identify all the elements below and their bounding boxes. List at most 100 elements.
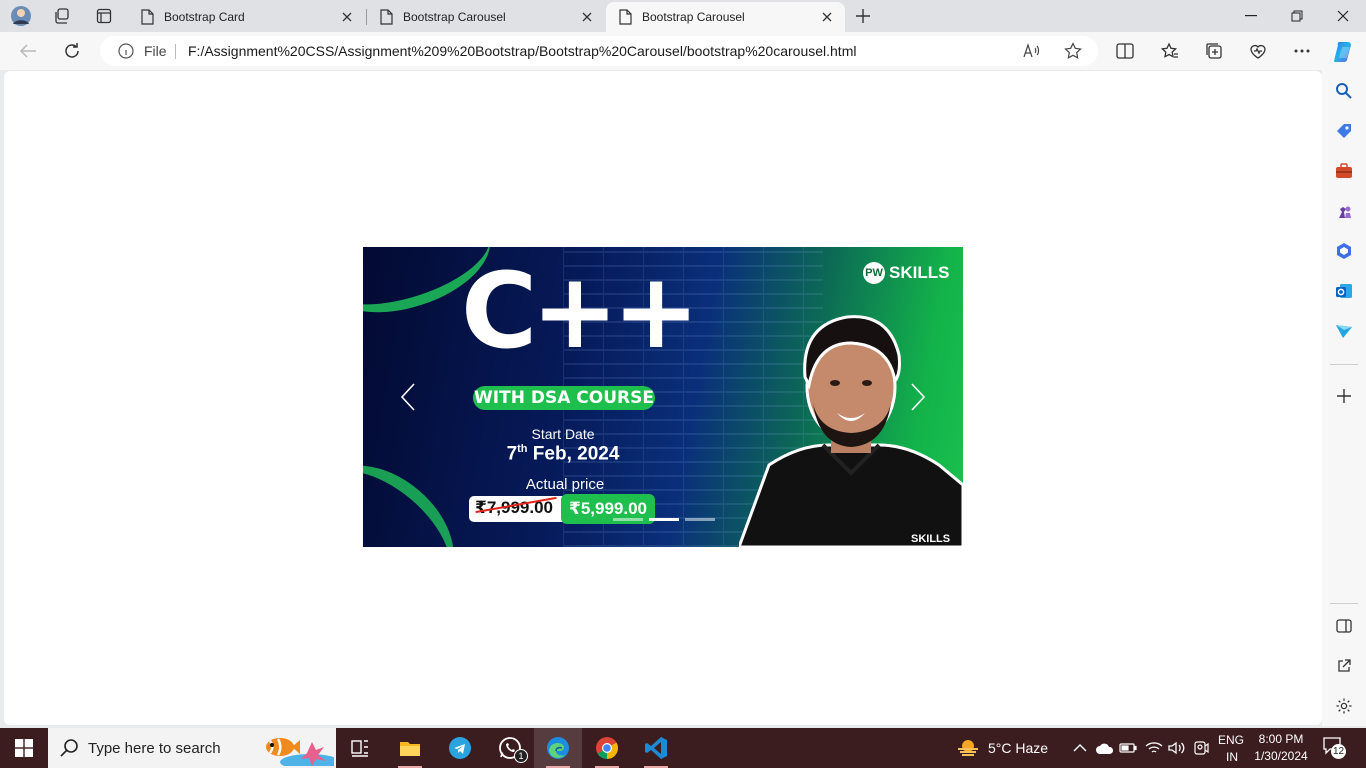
search-highlight-art-icon	[266, 738, 334, 766]
workspaces-icon[interactable]	[49, 4, 75, 28]
notifications-button[interactable]: 12	[1322, 736, 1348, 760]
tab-close-icon[interactable]	[819, 9, 835, 25]
clock-date: 1/30/2024	[1254, 749, 1308, 763]
onedrive-cloud-icon[interactable]	[1096, 739, 1114, 757]
document-icon	[619, 9, 632, 25]
system-clock[interactable]: 8:00 PM 1/30/2024	[1248, 731, 1314, 765]
pw-logo-badge: PW	[863, 262, 885, 284]
address-bar[interactable]: File F:/Assignment%20CSS/Assignment%209%…	[100, 36, 1098, 66]
copilot-icon[interactable]	[1331, 39, 1357, 65]
file-explorer-icon[interactable]	[386, 728, 434, 768]
windows-taskbar: Type here to search 1 5°C Haze ENG IN 8:…	[0, 728, 1366, 768]
favorites-icon[interactable]	[1155, 37, 1185, 65]
close-window-icon[interactable]	[1320, 0, 1366, 32]
language-top[interactable]: ENG	[1218, 733, 1244, 747]
tools-briefcase-icon[interactable]	[1332, 159, 1356, 183]
chevron-left-icon	[400, 383, 415, 411]
show-hidden-icons-chevron-icon[interactable]	[1071, 739, 1089, 757]
tab-strip: Bootstrap Card Bootstrap Carousel Bootst…	[0, 0, 1366, 32]
language-bottom[interactable]: IN	[1226, 750, 1238, 764]
settings-more-icon[interactable]	[1287, 37, 1317, 65]
outlook-icon[interactable]	[1332, 279, 1356, 303]
tab-bootstrap-card[interactable]: Bootstrap Card	[128, 2, 365, 32]
browser-essentials-icon[interactable]	[1243, 37, 1273, 65]
weather-text[interactable]: 5°C Haze	[988, 740, 1048, 756]
instructor-photo	[739, 315, 963, 547]
address-separator	[175, 44, 176, 59]
chrome-icon[interactable]	[583, 728, 631, 768]
read-aloud-icon[interactable]	[1020, 39, 1044, 63]
microsoft-365-icon[interactable]	[1332, 239, 1356, 263]
carousel-indicators	[613, 518, 715, 522]
edge-browser-icon[interactable]	[534, 728, 582, 768]
carousel-next-button[interactable]	[898, 377, 938, 417]
pw-skills-logo: PW SKILLS	[863, 261, 949, 285]
split-screen-icon[interactable]	[1110, 37, 1140, 65]
course-pill: WITH DSA COURSE	[473, 386, 655, 410]
add-sidebar-app-icon[interactable]	[1332, 384, 1356, 408]
tab-bootstrap-carousel-1[interactable]: Bootstrap Carousel	[367, 2, 605, 32]
telegram-icon[interactable]	[436, 728, 484, 768]
restore-icon[interactable]	[1274, 0, 1320, 32]
favorite-star-icon[interactable]	[1061, 39, 1085, 63]
whatsapp-icon[interactable]: 1	[486, 728, 534, 768]
open-external-icon[interactable]	[1332, 654, 1356, 678]
new-tab-icon[interactable]	[850, 4, 876, 28]
edge-sidebar	[1322, 70, 1366, 726]
search-icon	[60, 739, 78, 757]
task-view-icon[interactable]	[336, 728, 384, 768]
volume-icon[interactable]	[1168, 739, 1186, 757]
actual-price-label: Actual price	[525, 476, 605, 493]
hide-sidebar-icon[interactable]	[1332, 614, 1356, 638]
document-icon	[380, 9, 393, 25]
site-info[interactable]: File	[118, 36, 167, 66]
clock-time: 8:00 PM	[1258, 732, 1304, 746]
notification-count: 12	[1331, 744, 1346, 759]
weather-haze-icon[interactable]	[956, 739, 980, 757]
minimize-icon[interactable]	[1228, 0, 1274, 32]
carousel-indicator-1[interactable]	[613, 518, 643, 521]
send-drop-icon[interactable]	[1332, 319, 1356, 343]
sidebar-settings-gear-icon[interactable]	[1332, 694, 1356, 718]
shopping-tag-icon[interactable]	[1332, 119, 1356, 143]
tab-close-icon[interactable]	[579, 9, 595, 25]
document-icon	[141, 9, 154, 25]
file-scheme-label: File	[144, 43, 167, 59]
decorative-swoosh	[363, 438, 480, 547]
slide-heading: C++	[461, 250, 700, 372]
windows-start-icon[interactable]	[0, 728, 48, 768]
profile-avatar-icon[interactable]	[8, 4, 34, 28]
search-icon[interactable]	[1332, 79, 1356, 103]
carousel-indicator-2[interactable]	[649, 518, 679, 521]
carousel-indicator-3[interactable]	[685, 518, 715, 521]
wifi-icon[interactable]	[1145, 739, 1163, 757]
refresh-icon[interactable]	[57, 37, 87, 65]
info-icon	[118, 43, 134, 59]
tab-title: Bootstrap Carousel	[403, 10, 506, 24]
carousel-prev-button[interactable]	[388, 377, 428, 417]
meet-now-icon[interactable]	[1192, 739, 1210, 757]
start-month-year: Feb, 2024	[527, 443, 620, 465]
battery-icon[interactable]	[1119, 739, 1137, 757]
back-arrow-icon[interactable]	[13, 37, 43, 65]
start-date-label: Start Date	[531, 426, 595, 442]
shirt-logo-text: SKILLS	[911, 533, 951, 545]
taskbar-search-box[interactable]: Type here to search	[48, 728, 336, 768]
collections-icon[interactable]	[1199, 37, 1229, 65]
tab-actions-icon[interactable]	[91, 4, 117, 28]
logo-text: SKILLS	[889, 263, 950, 282]
search-placeholder: Type here to search	[88, 740, 221, 757]
chevron-right-icon	[911, 383, 926, 411]
tab-bootstrap-carousel-active[interactable]: Bootstrap Carousel	[606, 2, 845, 32]
url-text[interactable]: F:/Assignment%20CSS/Assignment%209%20Boo…	[188, 36, 856, 66]
sidebar-divider	[1330, 364, 1358, 365]
start-day: 7	[506, 443, 518, 465]
bootstrap-carousel: C++ WITH DSA COURSE Start Date 7th Feb, …	[363, 247, 963, 547]
address-toolbar: File F:/Assignment%20CSS/Assignment%209%…	[0, 32, 1366, 70]
tab-close-icon[interactable]	[339, 9, 355, 25]
tab-title: Bootstrap Card	[164, 10, 245, 24]
start-day-suffix: th	[517, 443, 528, 455]
start-date-value: 7th Feb, 2024	[483, 443, 643, 465]
vscode-icon[interactable]	[632, 728, 680, 768]
games-chess-icon[interactable]	[1332, 199, 1356, 223]
